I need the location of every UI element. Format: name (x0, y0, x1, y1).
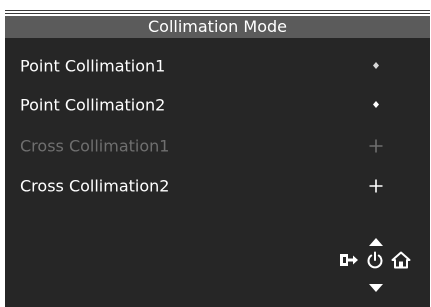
menu-item-label: Point Collimation1 (20, 56, 166, 76)
top-rule (5, 10, 430, 11)
point-marker-icon (365, 94, 387, 116)
menu-item-cross-collimation1[interactable]: Cross Collimation1 (5, 128, 430, 164)
menu-item-label: Cross Collimation2 (20, 176, 170, 196)
osd-panel: Collimation Mode Point Collimation1 Poin… (5, 16, 430, 307)
power-icon[interactable] (365, 250, 385, 274)
menu-item-point-collimation1[interactable]: Point Collimation1 (5, 48, 430, 84)
joystick-guide (335, 228, 420, 293)
cross-marker-icon (365, 135, 387, 157)
home-icon[interactable] (391, 251, 411, 273)
exit-icon[interactable] (339, 251, 359, 273)
menu-title: Collimation Mode (5, 16, 430, 38)
menu-item-point-collimation2[interactable]: Point Collimation2 (5, 87, 430, 123)
cross-marker-icon (365, 175, 387, 197)
top-rule (5, 13, 430, 14)
up-arrow-icon[interactable] (368, 232, 384, 251)
point-marker-icon (365, 55, 387, 77)
menu-item-label: Cross Collimation1 (20, 136, 170, 156)
menu-item-cross-collimation2[interactable]: Cross Collimation2 (5, 168, 430, 204)
down-arrow-icon[interactable] (368, 278, 384, 297)
menu-item-label: Point Collimation2 (20, 95, 166, 115)
